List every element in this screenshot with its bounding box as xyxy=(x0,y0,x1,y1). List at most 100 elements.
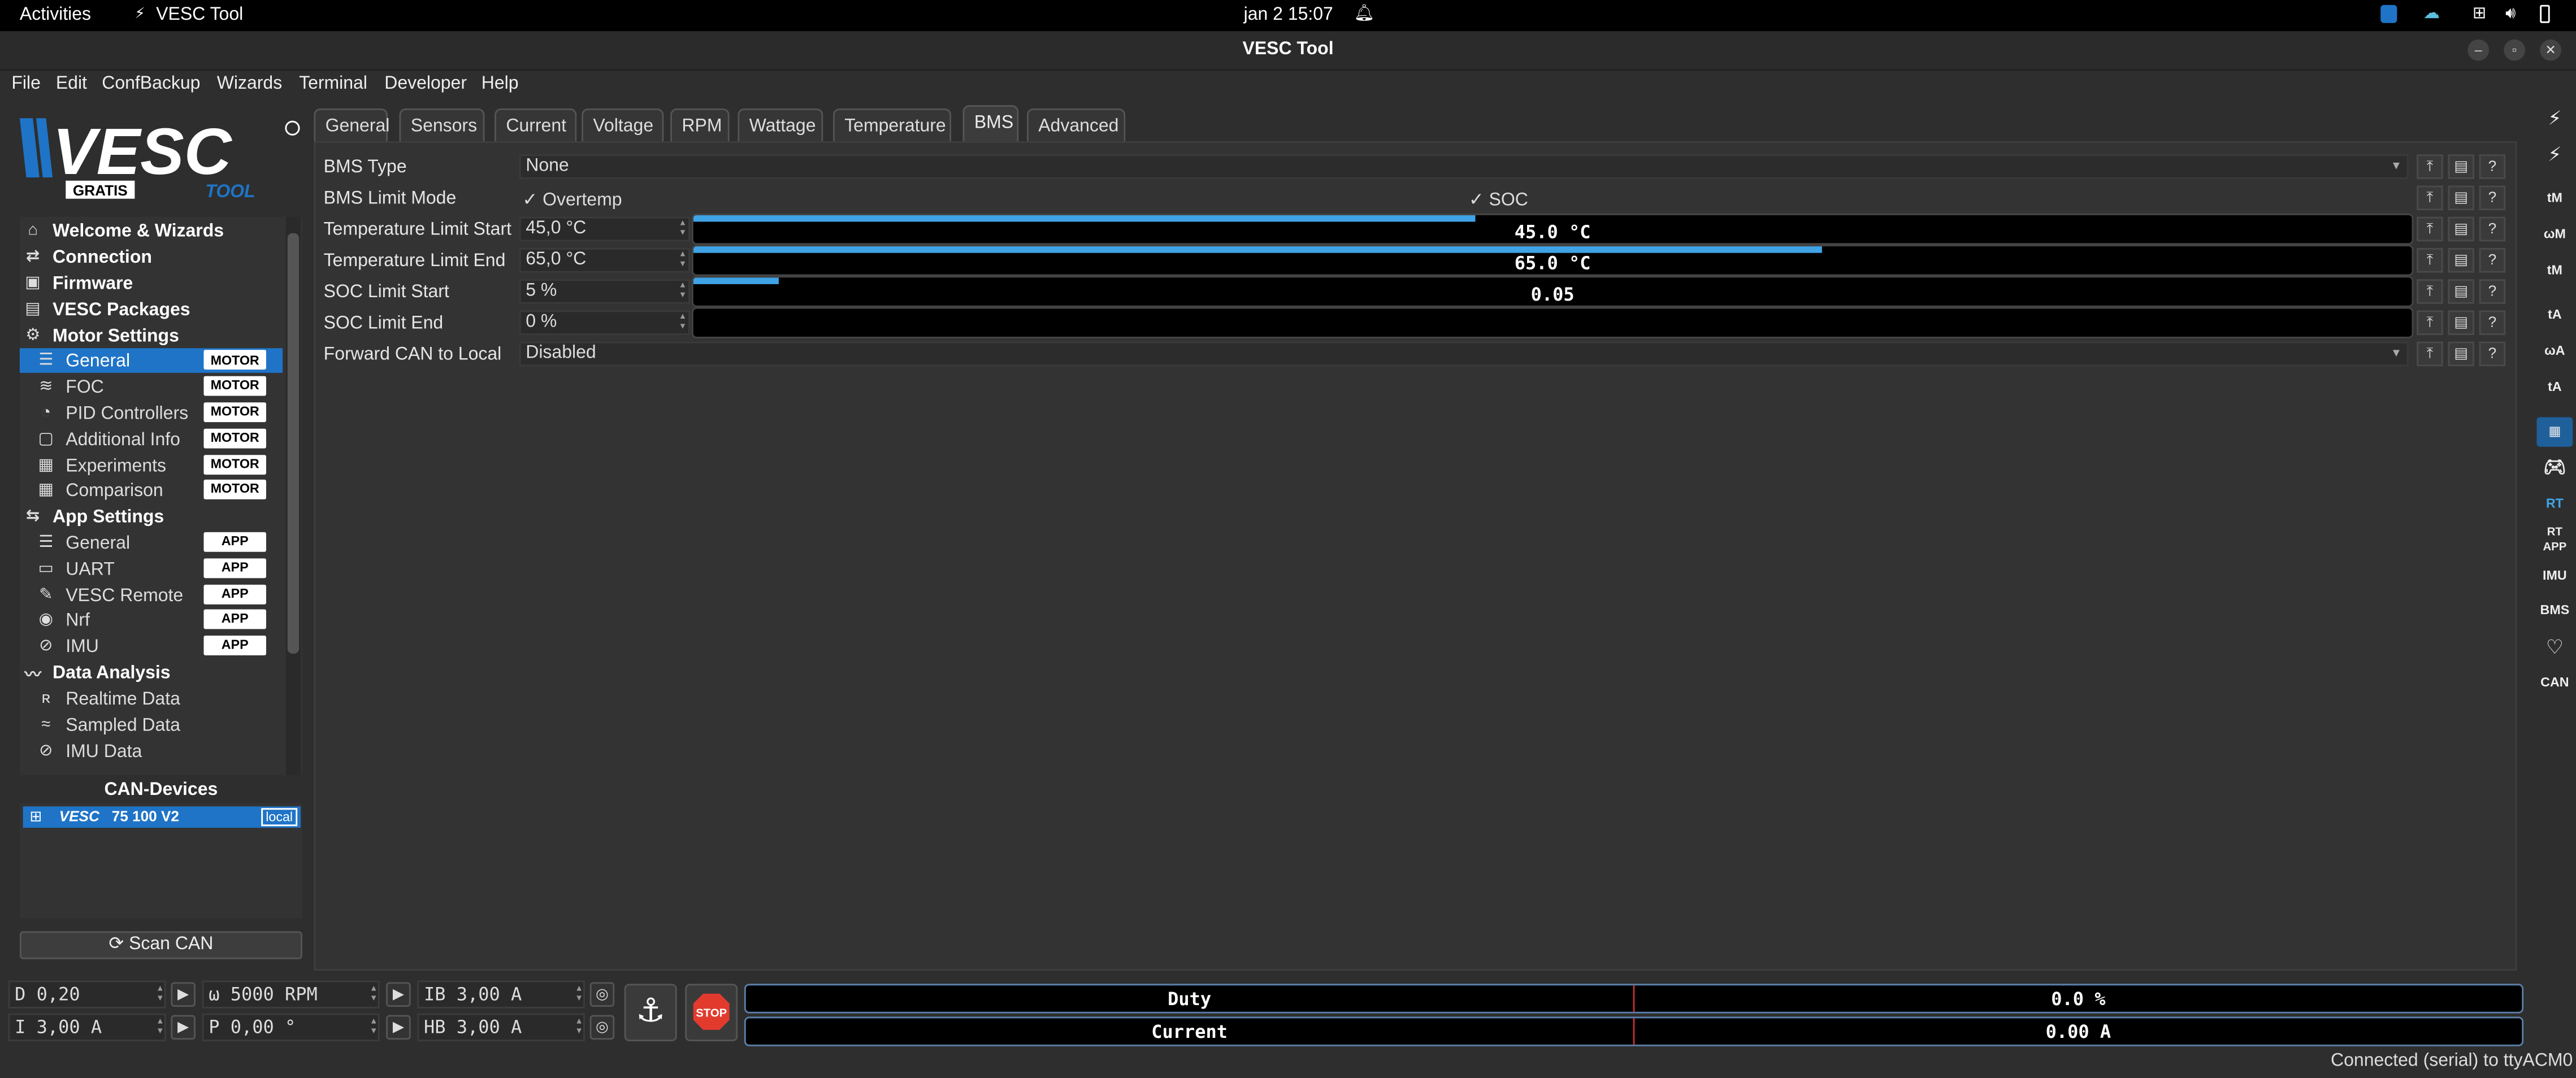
spin-arrows-icon[interactable]: ▲ ▼ xyxy=(679,219,687,238)
sidebar-item-realtime-data[interactable]: ʀ Realtime Data xyxy=(36,686,283,711)
tab-sensors[interactable]: Sensors xyxy=(399,108,485,142)
sidebar-item-firmware[interactable]: ▣ Firmware xyxy=(23,271,283,296)
maximize-button[interactable]: ▫ xyxy=(2504,39,2526,61)
overtemp-checkbox[interactable]: ✓ Overtemp xyxy=(522,189,622,210)
menu-file[interactable]: File xyxy=(11,74,41,94)
spin-arrows-icon[interactable]: ▲ ▼ xyxy=(679,312,687,332)
heart-icon[interactable]: ♡ xyxy=(2536,632,2573,662)
system-clock[interactable]: jan 2 15:07 xyxy=(1244,5,1333,25)
soc-limit-start-spinbox[interactable]: 5 % ▲ ▼ xyxy=(519,279,690,304)
sidebar-item-general[interactable]: ☰ General MOTOR xyxy=(19,348,283,373)
temp-limit-start-spinbox[interactable]: 45,0 °C ▲ ▼ xyxy=(519,216,690,242)
sidebar-item-experiments[interactable]: ▦ Experiments MOTOR xyxy=(36,453,283,478)
tab-bms[interactable]: BMS xyxy=(962,105,1019,142)
rt-data-icon[interactable]: RT xyxy=(2536,489,2573,519)
spin-arrows-icon[interactable]: ▲ ▼ xyxy=(371,1016,376,1036)
sidebar-item-comparison[interactable]: ▦ Comparison MOTOR xyxy=(36,478,283,503)
tab-voltage[interactable]: Voltage xyxy=(582,108,664,142)
menu-help[interactable]: Help xyxy=(482,74,519,94)
help-icon[interactable]: ? xyxy=(2479,216,2506,242)
read-default-icon[interactable]: ▤ xyxy=(2448,185,2474,211)
spin-arrows-icon[interactable]: ▲ ▼ xyxy=(158,984,163,1003)
volume-icon[interactable]: 🔊︎ xyxy=(2505,5,2516,23)
help-icon[interactable]: ? xyxy=(2479,310,2506,336)
read-default-icon[interactable]: ▤ xyxy=(2448,279,2474,304)
read-default-icon[interactable]: ▤ xyxy=(2448,247,2474,273)
help-icon[interactable]: ? xyxy=(2479,185,2506,211)
spin-arrows-icon[interactable]: ▲ ▼ xyxy=(371,984,376,1003)
sidebar-item-data-analysis[interactable]: 〰 Data Analysis xyxy=(23,660,283,685)
tab-temperature[interactable]: Temperature xyxy=(832,108,952,142)
bms-type-select[interactable]: None ▼ xyxy=(519,154,2409,179)
hb-spinbox[interactable]: HB 3,00 A ▲ ▼ xyxy=(417,1013,585,1042)
sidebar-item-additional-info[interactable]: ▢ Additional Info MOTOR xyxy=(36,427,283,452)
gamepad-icon[interactable]: 🎮︎ xyxy=(2536,453,2573,483)
sidebar-item-general[interactable]: ☰ General APP xyxy=(36,531,283,555)
read-app-config-button[interactable]: tA xyxy=(2536,301,2573,330)
sidebar-scroll-thumb[interactable] xyxy=(287,233,300,654)
can-button[interactable]: CAN xyxy=(2536,668,2573,698)
rpm-spinbox[interactable]: ω 5000 RPM ▲ ▼ xyxy=(202,980,380,1009)
current-spinbox[interactable]: I 3,00 A ▲ ▼ xyxy=(8,1013,166,1042)
read-app-default-button[interactable]: ωA xyxy=(2536,337,2573,366)
sidebar-item-app-settings[interactable]: ⇆ App Settings xyxy=(23,504,283,529)
read-default-icon[interactable]: ▤ xyxy=(2448,341,2474,367)
temp-limit-end-spinbox[interactable]: 65,0 °C ▲ ▼ xyxy=(519,247,690,273)
upload-icon[interactable]: ⤒ xyxy=(2417,154,2443,179)
tab-general[interactable]: General xyxy=(314,108,389,142)
tab-advanced[interactable]: Advanced xyxy=(1026,108,1126,142)
stop-button[interactable]: STOP xyxy=(685,984,738,1042)
play-current-icon[interactable]: ▶ xyxy=(171,1015,196,1040)
bms-button[interactable]: BMS xyxy=(2536,596,2573,625)
sidebar-item-vesc-remote[interactable]: ✎ VESC Remote APP xyxy=(36,583,283,608)
menu-wizards[interactable]: Wizards xyxy=(217,74,283,94)
soc-limit-end-spinbox[interactable]: 0 % ▲ ▼ xyxy=(519,310,690,336)
battery-icon[interactable] xyxy=(2540,5,2550,23)
read-motor-config-button[interactable]: tM xyxy=(2536,184,2573,214)
position-spinbox[interactable]: P 0,00 ° ▲ ▼ xyxy=(202,1013,380,1042)
sidebar-item-pid-controllers[interactable]: ◔ PID Controllers MOTOR xyxy=(36,401,283,425)
connect-plug-icon[interactable]: ⚡ xyxy=(2536,103,2573,133)
app-menu-label[interactable]: VESC Tool xyxy=(156,5,243,25)
brake-ib-icon[interactable]: ◎ xyxy=(589,982,615,1007)
upload-icon[interactable]: ⤒ xyxy=(2417,341,2443,367)
imu-button[interactable]: IMU xyxy=(2536,562,2573,591)
minimize-button[interactable]: – xyxy=(2467,39,2490,61)
cloud-icon[interactable]: ☁ xyxy=(2423,5,2440,23)
upload-icon[interactable]: ⤒ xyxy=(2417,185,2443,211)
menu-terminal[interactable]: Terminal xyxy=(299,74,367,94)
spin-arrows-icon[interactable]: ▲ ▼ xyxy=(679,281,687,301)
brake-hb-icon[interactable]: ◎ xyxy=(589,1015,615,1040)
upload-icon[interactable]: ⤒ xyxy=(2417,216,2443,242)
spin-arrows-icon[interactable]: ▲ ▼ xyxy=(158,1016,163,1036)
forward-can-select[interactable]: Disabled ▼ xyxy=(519,341,2409,367)
sidebar-item-foc[interactable]: ≋ FOC MOTOR xyxy=(36,375,283,399)
network-icon[interactable]: ⊞ xyxy=(2473,5,2486,23)
anchor-button[interactable]: ⚓ xyxy=(624,984,677,1042)
read-motor-default-button[interactable]: ωM xyxy=(2536,220,2573,250)
spin-arrows-icon[interactable]: ▲ ▼ xyxy=(679,250,687,270)
sidebar-item-connection[interactable]: ⇄ Connection xyxy=(23,245,283,270)
upload-icon[interactable]: ⤒ xyxy=(2417,247,2443,273)
write-app-config-button[interactable]: tA xyxy=(2536,373,2573,402)
menu-developer[interactable]: Developer xyxy=(384,74,467,94)
upload-icon[interactable]: ⤒ xyxy=(2417,310,2443,336)
sidebar-item-sampled-data[interactable]: ≈ Sampled Data xyxy=(36,713,283,738)
write-motor-config-button[interactable]: tM xyxy=(2536,256,2573,285)
duty-spinbox[interactable]: D 0,20 ▲ ▼ xyxy=(8,980,166,1009)
sidebar-item-imu[interactable]: ⊘ IMU APP xyxy=(36,634,283,659)
tab-wattage[interactable]: Wattage xyxy=(738,108,823,142)
menu-edit[interactable]: Edit xyxy=(56,74,87,94)
play-position-icon[interactable]: ▶ xyxy=(386,1015,411,1040)
help-icon[interactable]: ? xyxy=(2479,341,2506,367)
sidebar-item-welcome-wizards[interactable]: ⌂ Welcome & Wizards xyxy=(23,219,283,244)
can-device-row[interactable]: ⊞ VESC 75 100 V2 local xyxy=(23,806,301,828)
tray-app-icon[interactable] xyxy=(2380,5,2397,23)
play-rpm-icon[interactable]: ▶ xyxy=(386,982,411,1007)
upload-icon[interactable]: ⤒ xyxy=(2417,279,2443,304)
spin-arrows-icon[interactable]: ▲ ▼ xyxy=(576,1016,582,1036)
ib-spinbox[interactable]: IB 3,00 A ▲ ▼ xyxy=(417,980,585,1009)
close-button[interactable]: ✕ xyxy=(2540,39,2562,61)
sidebar-item-uart[interactable]: ▭ UART APP xyxy=(36,557,283,581)
disconnect-plug-icon[interactable]: ⚡ xyxy=(2536,140,2573,169)
